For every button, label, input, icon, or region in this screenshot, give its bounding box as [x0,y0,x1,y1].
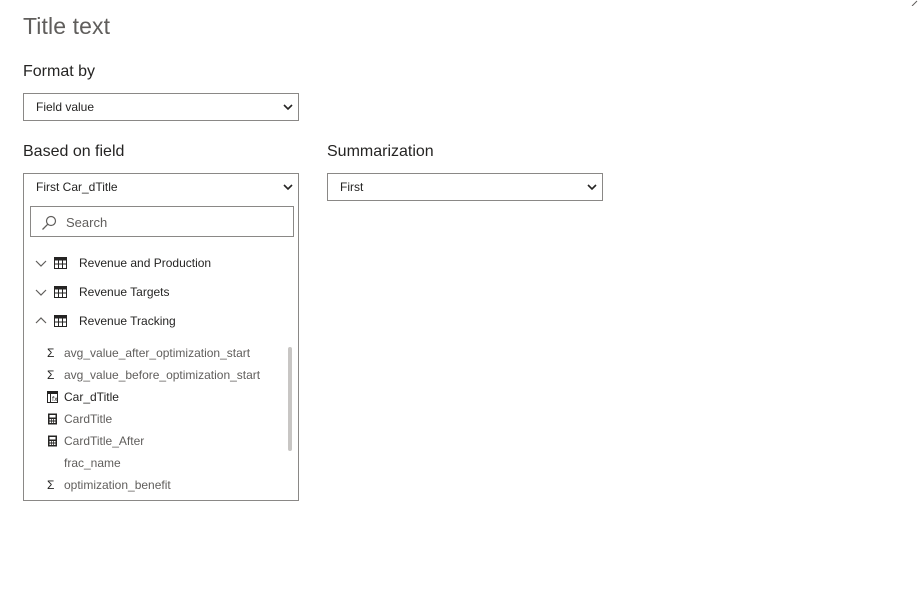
chevron-down-icon [283,104,293,111]
chevron-down-icon[interactable] [35,258,47,268]
summarization-value: First [340,180,364,194]
search-input[interactable] [66,212,286,232]
table-icon [54,286,67,298]
sigma-icon: Σ [47,346,55,360]
table-item-revenue-targets[interactable]: Revenue Targets [24,281,298,303]
field-label: Car_dTitle [64,390,119,404]
field-label: avg_value_before_optimization_start [64,368,261,382]
field-item-avg-value-after[interactable]: Σ avg_value_after_optimization_start [24,342,286,364]
field-item-cardtitle-after[interactable]: CardTitle_After [24,430,286,452]
field-search-box[interactable] [30,206,294,237]
table-icon [54,315,67,327]
table-label: Revenue Tracking [79,314,176,328]
field-label: CardTitle [64,412,113,426]
chevron-down-icon[interactable] [35,287,47,297]
field-item-frac-name[interactable]: frac_name [24,452,286,474]
svg-text:fx: fx [52,396,58,403]
page-title: Title text [23,13,111,39]
table-item-revenue-tracking[interactable]: Revenue Tracking [24,310,298,332]
field-label: avg_value_after_optimization_start [64,346,251,360]
field-item-car-dtitle[interactable]: fx Car_dTitle [24,386,286,408]
summarization-select[interactable]: First [327,173,603,201]
field-label: CardTitle_After [64,434,145,448]
scrollbar-thumb[interactable] [288,347,292,451]
chevron-down-icon [283,184,293,191]
field-label: frac_name [64,456,121,470]
field-label: optimization_benefit [64,478,171,492]
based-on-field-value: First Car_dTitle [36,180,118,194]
corner-resize-icon [911,0,918,6]
chevron-down-icon [587,184,597,191]
search-icon [42,215,57,230]
field-item-cardtitle[interactable]: CardTitle [24,408,286,430]
summarization-label: Summarization [327,143,434,160]
based-on-field-label: Based on field [23,143,125,160]
based-on-field-select[interactable]: First Car_dTitle [23,173,299,201]
table-icon [54,257,67,269]
field-item-optimization-benefit[interactable]: Σ optimization_benefit [24,474,286,496]
table-item-revenue-and-production[interactable]: Revenue and Production [24,252,298,274]
field-item-avg-value-before[interactable]: Σ avg_value_before_optimization_start [24,364,286,386]
field-picker-dropdown: Revenue and Production Revenue Targets [23,200,299,501]
calculator-icon [48,413,57,425]
format-by-select[interactable]: Field value [23,93,299,121]
calculator-icon [48,435,57,447]
format-by-value: Field value [36,100,95,114]
table-label: Revenue and Production [79,256,212,270]
sigma-icon: Σ [47,478,55,492]
sigma-icon: Σ [47,368,55,382]
table-label: Revenue Targets [79,285,170,299]
chevron-up-icon[interactable] [35,316,47,326]
calculated-column-icon: fx [47,391,58,403]
format-by-label: Format by [23,63,96,80]
conditional-formatting-panel: Title text Format by Field value Based o… [0,0,918,592]
